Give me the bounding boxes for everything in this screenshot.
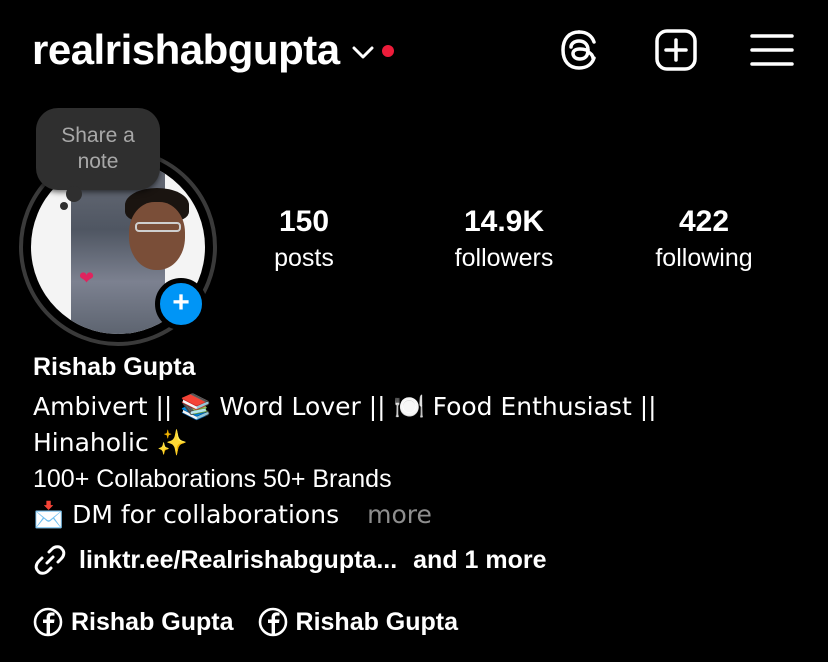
facebook-icon xyxy=(33,607,63,637)
followers-stat[interactable]: 14.9K followers xyxy=(424,204,584,274)
heart-icon: ❤ xyxy=(79,268,95,288)
posts-label: posts xyxy=(274,244,334,272)
link-icon xyxy=(34,545,66,575)
bio-line-4-text: 📩 DM for collaborations xyxy=(33,500,340,529)
bio-line-2: Hinaholic ✨ xyxy=(33,428,188,457)
bio-more-button[interactable]: more xyxy=(367,500,432,529)
profile-screen: realrishabgupta ❤ + Share a note 150 pos… xyxy=(0,0,828,662)
avatar-glasses xyxy=(135,222,181,232)
posts-count: 150 xyxy=(278,205,330,238)
followers-label: followers xyxy=(454,244,554,272)
following-count: 422 xyxy=(678,205,730,238)
plus-icon: + xyxy=(172,286,190,319)
note-placeholder: Share a note xyxy=(61,124,135,173)
account-switcher[interactable]: realrishabgupta xyxy=(32,24,394,76)
note-tail-small xyxy=(60,202,68,210)
notification-dot xyxy=(381,45,394,57)
facebook-link-label: Rishab Gupta xyxy=(71,608,234,636)
facebook-links: Rishab Gupta Rishab Gupta xyxy=(33,604,482,640)
facebook-link-2[interactable]: Rishab Gupta xyxy=(258,604,459,640)
bio-links: linktr.ee/Realrishabgupta... and 1 more xyxy=(33,542,547,578)
followers-count: 14.9K xyxy=(463,205,545,238)
plus-square-icon[interactable] xyxy=(654,28,698,72)
facebook-link-1[interactable]: Rishab Gupta xyxy=(33,604,234,640)
add-story-button[interactable]: + xyxy=(155,278,207,330)
more-links-button[interactable]: and 1 more xyxy=(413,542,546,578)
avatar-face xyxy=(129,202,185,270)
following-label: following xyxy=(655,244,753,272)
chevron-down-icon xyxy=(352,46,374,59)
bio-line-1: Ambivert || 📚 Word Lover || 🍽️ Food Enth… xyxy=(33,392,657,421)
bio-line-4: 📩 DM for collaborations more xyxy=(33,497,432,533)
profile-name: Rishab Gupta xyxy=(33,353,196,381)
facebook-link-label: Rishab Gupta xyxy=(295,608,459,636)
posts-stat[interactable]: 150 posts xyxy=(244,204,364,274)
bio-line-3: 100+ Collaborations 50+ Brands xyxy=(33,465,392,493)
threads-icon[interactable] xyxy=(557,28,601,72)
hamburger-menu-icon[interactable] xyxy=(750,28,794,72)
bio-link[interactable]: linktr.ee/Realrishabgupta... xyxy=(79,542,397,578)
share-note-bubble[interactable]: Share a note xyxy=(36,108,160,190)
note-tail xyxy=(66,186,82,202)
facebook-icon xyxy=(258,607,287,637)
following-stat[interactable]: 422 following xyxy=(630,204,778,274)
username: realrishabgupta xyxy=(32,26,340,73)
profile-header: realrishabgupta xyxy=(0,0,828,100)
